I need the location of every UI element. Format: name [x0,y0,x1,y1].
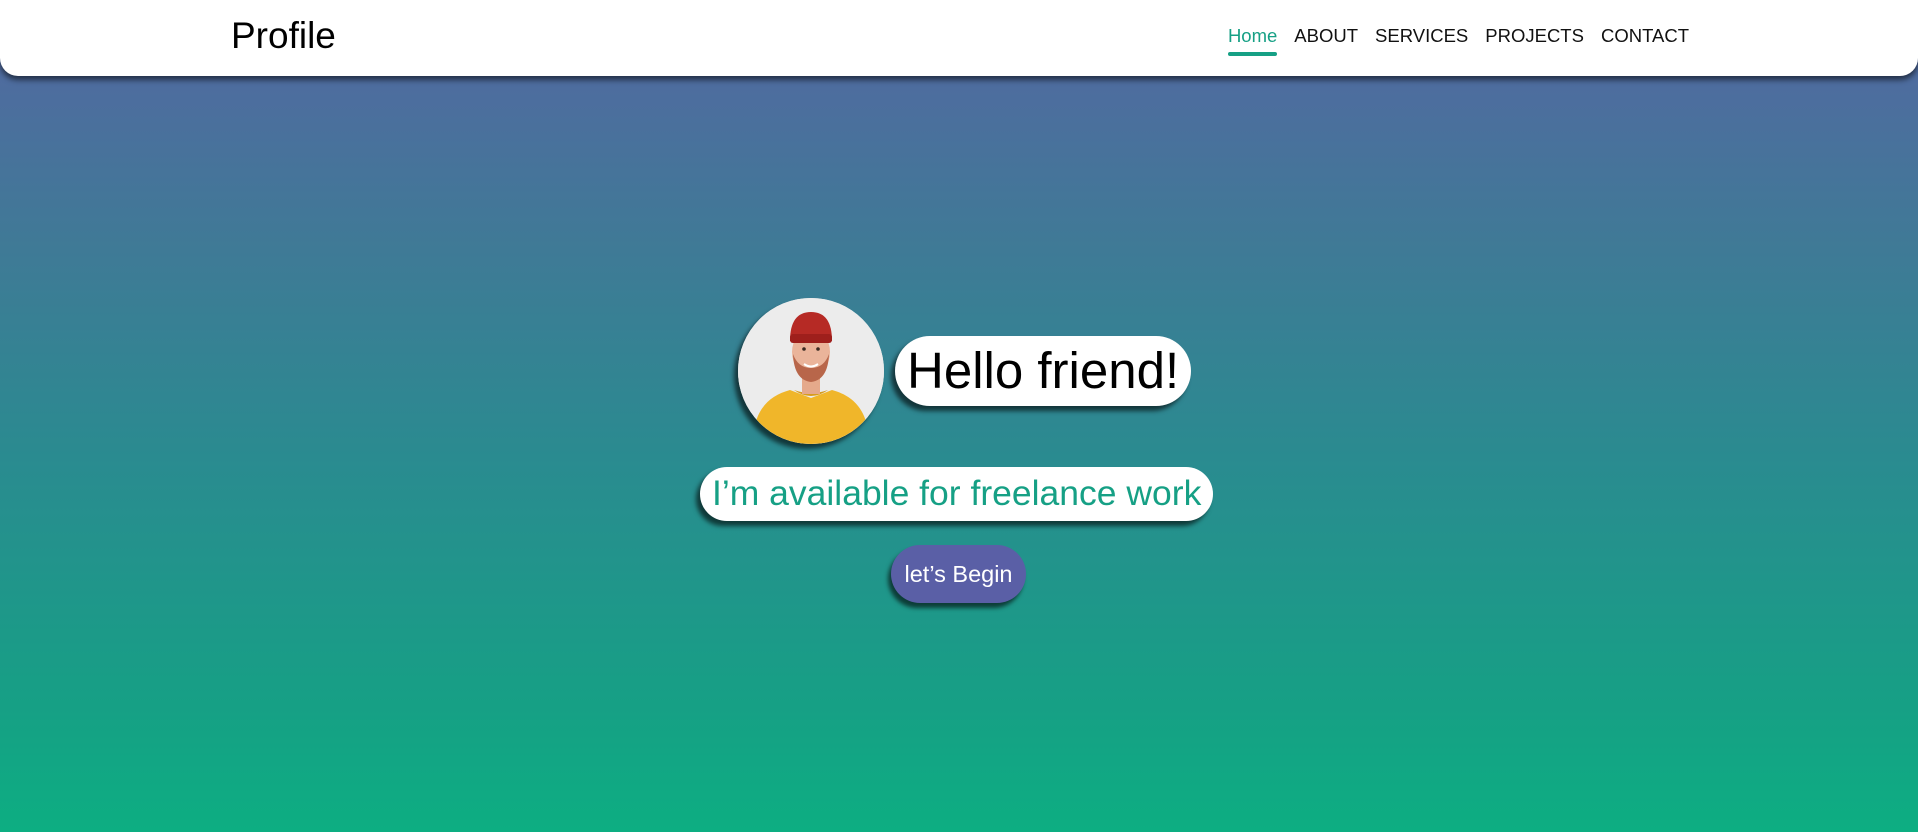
hero-greeting-row: Hello friend! [738,298,1192,444]
nav-item-home[interactable]: Home [1227,24,1278,56]
freelance-tagline: I’m available for freelance work [700,467,1214,521]
greeting-bubble: Hello friend! [895,336,1192,406]
nav-item-projects[interactable]: PROJECTS [1485,24,1584,56]
lets-begin-button[interactable]: let’s Begin [891,545,1026,603]
avatar [738,298,884,444]
brand-logo[interactable]: Profile [231,14,336,58]
nav-links: Home ABOUT SERVICES PROJECTS CONTACT [1227,24,1689,56]
nav-item-services[interactable]: SERVICES [1375,24,1468,56]
person-photo-icon [738,298,884,444]
top-navbar: Profile Home ABOUT SERVICES PROJECTS CON… [0,0,1918,76]
nav-item-about[interactable]: ABOUT [1294,24,1358,56]
nav-item-contact[interactable]: CONTACT [1601,24,1689,56]
